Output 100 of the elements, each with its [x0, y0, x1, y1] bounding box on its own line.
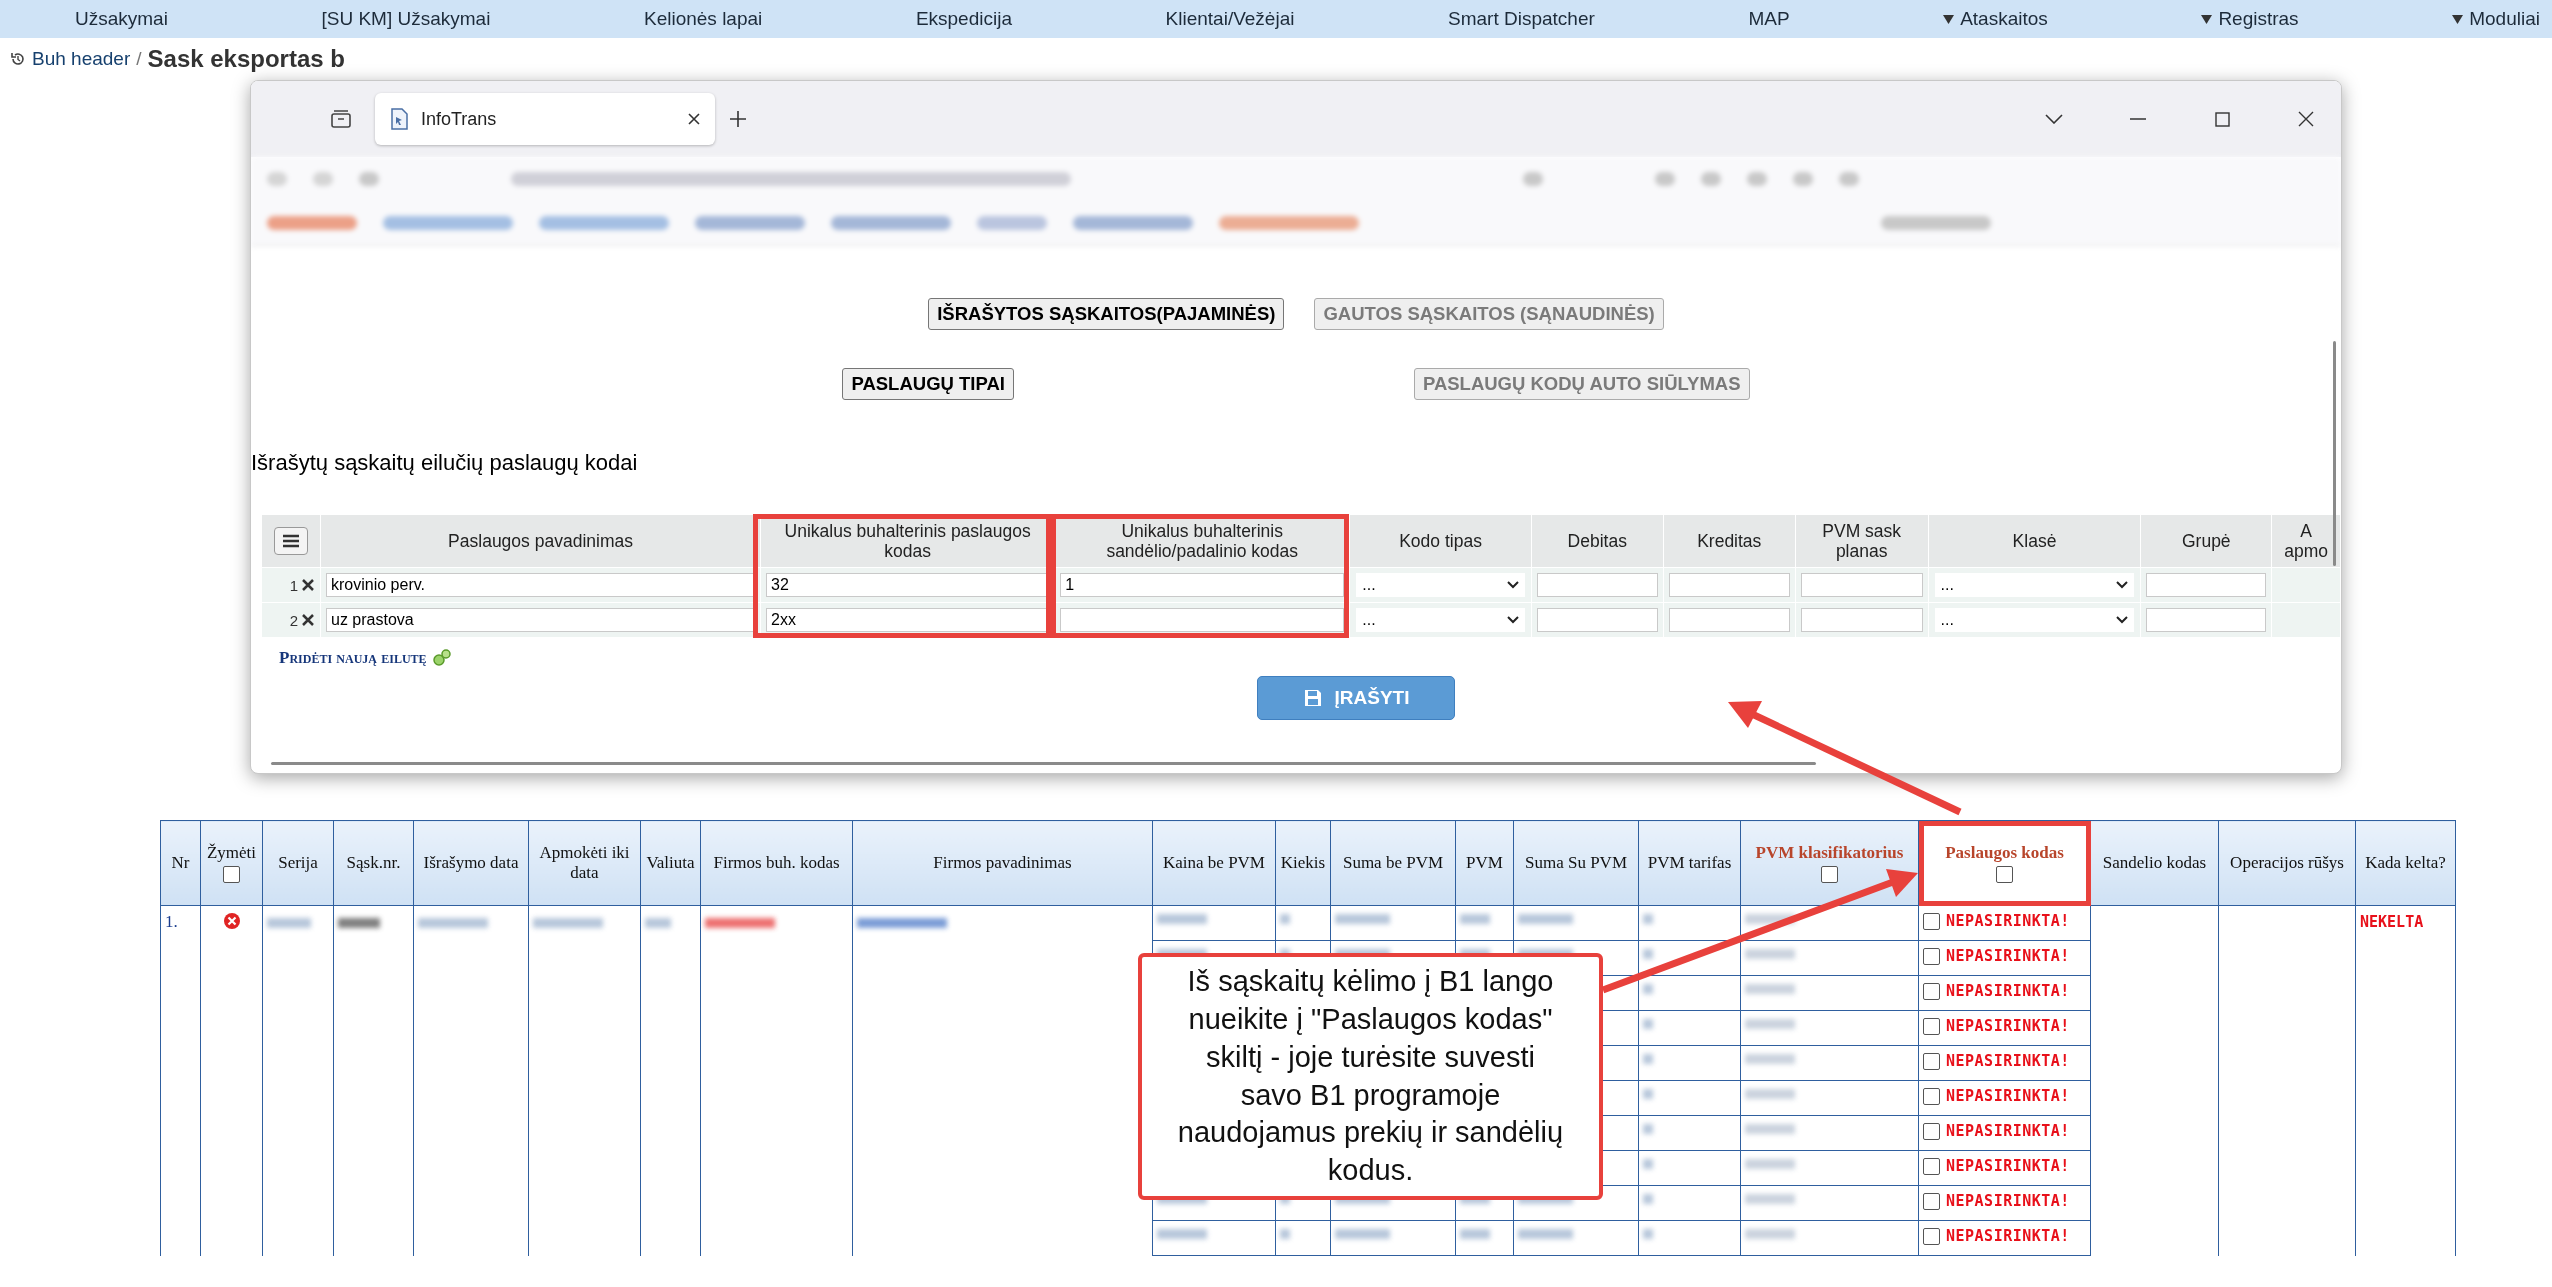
blurred-text: [1643, 1194, 1653, 1204]
status-text: NEKELTA: [2360, 913, 2424, 931]
checkbox[interactable]: [1821, 866, 1838, 884]
breadcrumb-separator: /: [136, 48, 142, 70]
column-title: Žymėti: [206, 842, 257, 863]
plus-icon[interactable]: [729, 110, 747, 128]
menu-item[interactable]: [SU KM] Užsakymai: [321, 8, 491, 30]
blurred-text: [1643, 1159, 1653, 1169]
row-number: 1: [289, 576, 298, 594]
blurred-text: [1745, 914, 1795, 924]
browser-tab[interactable]: InfoTrans: [375, 93, 715, 145]
input-field[interactable]: krovinio perv.: [326, 573, 756, 597]
blurred-text: [1643, 1229, 1653, 1239]
maximize-icon: [2214, 111, 2230, 127]
column-header: Debitas: [1531, 514, 1664, 568]
input-field[interactable]: [2146, 573, 2267, 597]
checkbox[interactable]: [1923, 1087, 1940, 1105]
blurred-text: [1518, 1229, 1573, 1239]
chevron-down-icon: [1506, 616, 1519, 624]
add-row-link[interactable]: Pridėti naują eilutę: [279, 648, 427, 668]
blurred-text: [1745, 1229, 1795, 1239]
blurred-text: [1643, 984, 1653, 994]
input-field[interactable]: [1800, 608, 1923, 632]
checkbox[interactable]: [1923, 1157, 1940, 1175]
column-header: Suma be PVM: [1330, 820, 1456, 906]
blurred-text: [267, 918, 311, 928]
blurred-text: [1643, 1054, 1653, 1064]
delete-icon[interactable]: [301, 578, 315, 592]
menu-item[interactable]: Užsakymai: [75, 8, 168, 30]
column-header: Kiekis: [1275, 820, 1331, 906]
blurred-text: [1643, 1019, 1653, 1029]
chevron-down-icon: [2116, 581, 2129, 589]
column-header: Išrašymo data: [413, 820, 529, 906]
floppy-icon: [1302, 688, 1323, 708]
checkbox[interactable]: [1923, 1227, 1940, 1245]
column-header: Kodo tipas: [1349, 514, 1532, 568]
status-text: NEPASIRINKTA!: [1946, 982, 2070, 1000]
blurred-text: [1745, 1089, 1795, 1099]
menu-item[interactable]: MAP: [1748, 8, 1790, 30]
callout-text: Iš sąskaitų kėlimo į B1 lango nueikite į "Paslaugos kodas" skiltį - joje turėsite suvesti savo B1 programoje naudojamus prekių ir sandėlių kodus.: [1176, 964, 1565, 1188]
input-field[interactable]: 1: [1060, 573, 1345, 597]
input-field[interactable]: [2146, 608, 2267, 632]
input-field[interactable]: [1536, 573, 1658, 597]
blurred-text: [1280, 914, 1290, 924]
checkbox[interactable]: [1923, 947, 1940, 965]
input-field[interactable]: [1800, 573, 1923, 597]
column-header: PVM tarifas: [1638, 820, 1741, 906]
checkbox[interactable]: [1923, 982, 1940, 1000]
status-text: NEPASIRINKTA!: [1946, 1052, 2070, 1070]
menu-item[interactable]: Moduliai: [2452, 8, 2540, 30]
checkbox[interactable]: [1923, 912, 1940, 930]
blurred-text: [1157, 1229, 1207, 1239]
menu-button[interactable]: [274, 527, 308, 555]
menu-item[interactable]: Registras: [2201, 8, 2299, 30]
minimize-icon: [2130, 118, 2146, 120]
checkbox[interactable]: [1923, 1052, 1940, 1070]
section-button[interactable]: PASLAUGŲ TIPAI: [842, 368, 1014, 400]
input-field[interactable]: uz prastova: [326, 608, 756, 632]
select-field[interactable]: ...: [1933, 607, 2136, 633]
status-text: NEPASIRINKTA!: [1946, 1122, 2070, 1140]
input-field[interactable]: [1536, 608, 1658, 632]
column-header: Sandelio kodas: [2090, 820, 2219, 906]
menu-item[interactable]: Klientai/Vežėjai: [1165, 8, 1295, 30]
column-header: Suma Su PVM: [1513, 820, 1639, 906]
status-text: NEPASIRINKTA!: [1946, 1227, 2070, 1245]
select-field[interactable]: ...: [1355, 572, 1526, 598]
checkbox[interactable]: [1996, 866, 2013, 884]
column-header: Klasė: [1928, 514, 2141, 568]
chevron-down-icon: [2045, 114, 2063, 124]
checkbox[interactable]: [1923, 1122, 1940, 1140]
input-field[interactable]: [1668, 608, 1790, 632]
select-field[interactable]: ...: [1355, 607, 1526, 633]
input-field[interactable]: [1668, 573, 1790, 597]
menu-item[interactable]: Ataskaitos: [1943, 8, 2048, 30]
menu-item[interactable]: Kelionės lapai: [644, 8, 763, 30]
blurred-text: [705, 918, 775, 928]
checkbox[interactable]: [223, 866, 240, 884]
section-button[interactable]: GAUTOS SĄSKAITOS (SĄNAUDINĖS): [1314, 298, 1664, 330]
history-icon: [10, 51, 26, 67]
status-text: NEPASIRINKTA!: [1946, 947, 2070, 965]
section-button[interactable]: PASLAUGŲ KODŲ AUTO SIŪLYMAS: [1413, 368, 1750, 400]
close-icon[interactable]: [687, 112, 701, 126]
column-header: Firmos pavadinimas: [852, 820, 1153, 906]
column-header: A apmo: [2271, 514, 2341, 568]
breadcrumb-link[interactable]: Buh header: [32, 48, 131, 70]
checkbox[interactable]: [1923, 1017, 1940, 1035]
section-heading: Išrašytų sąskaitų eilučių paslaugų kodai: [251, 450, 639, 476]
column-header: Apmokėti iki data: [528, 820, 641, 906]
column-header: Valiuta: [640, 820, 701, 906]
column-title: Paslaugos kodas: [1945, 842, 2064, 863]
column-header: Paslaugos pavadinimas: [320, 514, 761, 568]
select-field[interactable]: ...: [1933, 572, 2136, 598]
menu-item[interactable]: Smart Dispatcher: [1448, 8, 1595, 30]
column-header: Sąsk.nr.: [333, 820, 414, 906]
checkbox[interactable]: [1923, 1192, 1940, 1210]
input-field[interactable]: [1060, 608, 1345, 632]
menu-item[interactable]: Ekspedicija: [915, 8, 1012, 30]
delete-icon[interactable]: [301, 613, 315, 627]
section-button[interactable]: IŠRAŠYTOS SĄSKAITOS(PAJAMINĖS): [928, 298, 1285, 330]
blurred-text: [1460, 1229, 1490, 1239]
